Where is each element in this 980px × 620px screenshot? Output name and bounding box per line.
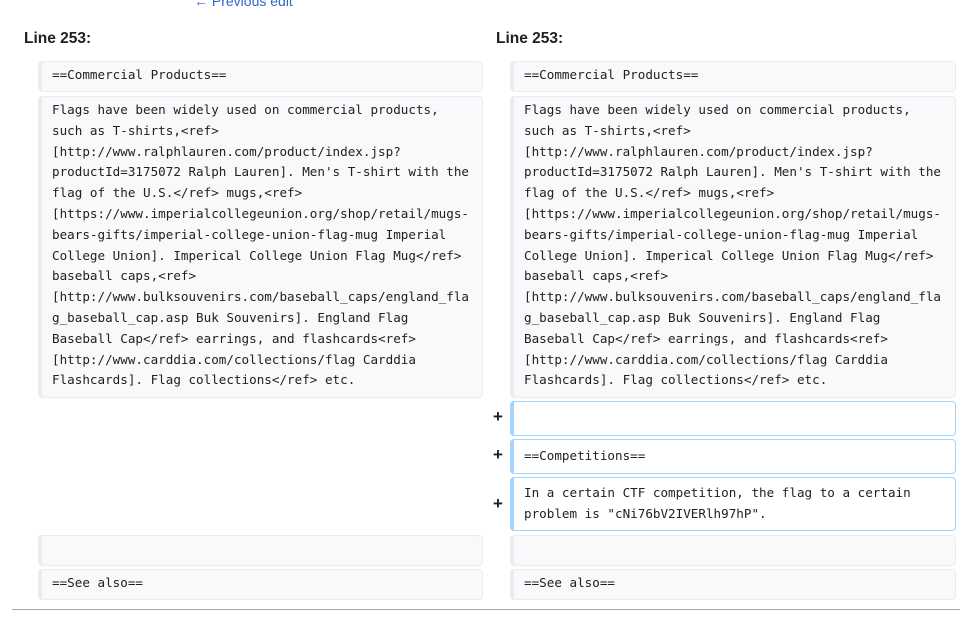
right-context-line-see-also: ==See also== bbox=[510, 569, 956, 600]
added-line-competitions-heading: ==Competitions== bbox=[510, 439, 956, 474]
right-context-line-heading: ==Commercial Products== bbox=[510, 61, 956, 92]
previous-edit-link[interactable]: ← Previous edit bbox=[194, 0, 293, 9]
bottom-divider bbox=[12, 609, 960, 610]
left-context-line-blank bbox=[38, 535, 483, 566]
added-line-blank bbox=[510, 401, 956, 436]
right-line-header: Line 253: bbox=[496, 30, 564, 47]
added-line-marker: + bbox=[493, 407, 503, 426]
right-context-line-paragraph: Flags have been widely used on commercia… bbox=[510, 96, 956, 398]
added-line-competitions-text: In a certain CTF competition, the flag t… bbox=[510, 477, 956, 531]
left-context-line-heading: ==Commercial Products== bbox=[38, 61, 483, 92]
added-line-marker: + bbox=[493, 494, 503, 513]
left-line-header: Line 253: bbox=[24, 30, 92, 47]
right-context-line-blank bbox=[510, 535, 956, 566]
left-context-line-paragraph: Flags have been widely used on commercia… bbox=[38, 96, 483, 398]
added-line-marker: + bbox=[493, 445, 503, 464]
left-context-line-see-also: ==See also== bbox=[38, 569, 483, 600]
